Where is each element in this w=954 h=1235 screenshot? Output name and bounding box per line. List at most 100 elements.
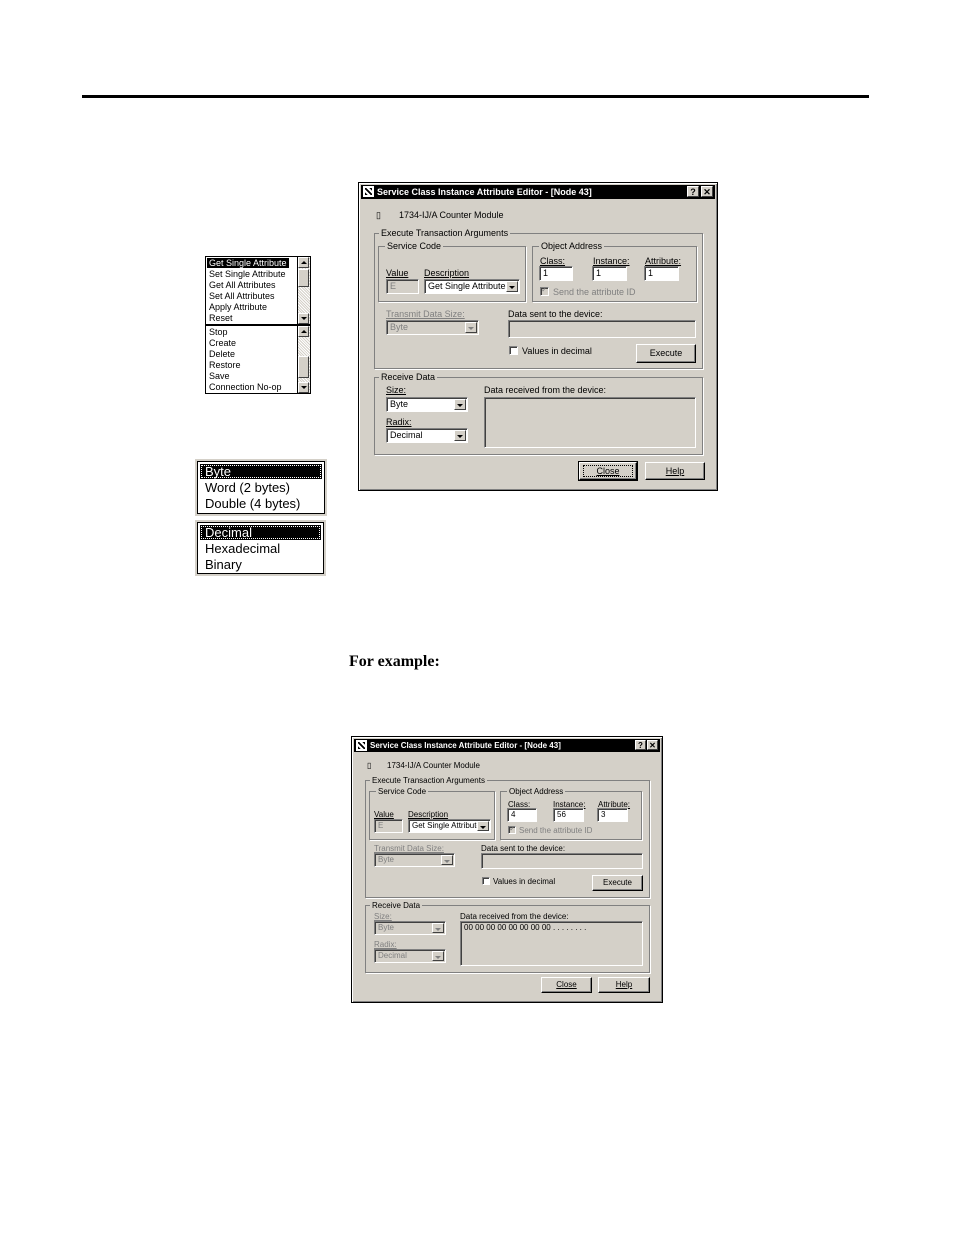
- data-received-label: Data received from the device:: [460, 912, 569, 921]
- help-button[interactable]: Help: [598, 977, 650, 993]
- device-name: 1734-IJ/A Counter Module: [387, 761, 480, 770]
- chevron-down-icon[interactable]: [454, 430, 466, 441]
- list-item[interactable]: Save: [209, 371, 230, 381]
- close-button[interactable]: Close: [578, 461, 638, 481]
- list-item[interactable]: Double (4 bytes): [200, 496, 322, 511]
- description-combo[interactable]: Get Single Attribute: [424, 279, 520, 294]
- combo-value: Get Single Attribute: [428, 281, 506, 291]
- value-field: E: [386, 279, 419, 294]
- class-input[interactable]: 4: [507, 808, 537, 822]
- instance-input[interactable]: 1: [592, 266, 627, 281]
- class-label: Class:: [540, 256, 566, 266]
- combo-value: Byte: [378, 855, 395, 864]
- description-combo[interactable]: Get Single Attribute: [408, 819, 491, 833]
- data-sent-input: [481, 853, 643, 869]
- scroll-up-icon[interactable]: [298, 257, 309, 268]
- help-icon[interactable]: ?: [635, 740, 646, 750]
- app-icon: [363, 186, 374, 197]
- service-code-list-bottom[interactable]: Stop Create Delete Restore Save Connecti…: [205, 325, 311, 394]
- list-item[interactable]: Stop: [209, 327, 228, 337]
- size-dropdown-list[interactable]: Byte Word (2 bytes) Double (4 bytes): [197, 461, 325, 514]
- scroll-thumb[interactable]: [298, 269, 309, 287]
- description-label: Description: [424, 268, 470, 278]
- values-in-decimal-label: Values in decimal: [522, 346, 592, 356]
- close-button[interactable]: Close: [541, 977, 592, 993]
- scroll-thumb[interactable]: [298, 356, 309, 378]
- list-item[interactable]: Set All Attributes: [209, 291, 275, 301]
- data-sent-label: Data sent to the device:: [481, 844, 566, 853]
- value-label: Value: [386, 268, 409, 278]
- radix-label: Radix:: [374, 940, 397, 949]
- chevron-down-icon: [432, 951, 444, 961]
- class-input[interactable]: 1: [539, 266, 573, 281]
- close-icon[interactable]: ✕: [701, 186, 713, 197]
- list-item[interactable]: Word (2 bytes): [200, 480, 322, 495]
- radix-dropdown-list[interactable]: Decimal Hexadecimal Binary: [197, 522, 324, 574]
- execute-button[interactable]: Execute: [636, 344, 696, 363]
- scroll-down-icon[interactable]: [298, 382, 309, 393]
- attribute-input[interactable]: 3: [597, 808, 628, 822]
- send-attribute-id-checkbox: [540, 285, 549, 296]
- description-label: Description: [408, 810, 449, 819]
- size-combo: Byte: [374, 921, 446, 935]
- list-item[interactable]: Apply Attribute: [209, 302, 267, 312]
- button-label: Help: [665, 466, 685, 476]
- chevron-down-icon[interactable]: [477, 821, 489, 831]
- chevron-down-icon[interactable]: [506, 281, 518, 292]
- header-rule: [82, 95, 869, 98]
- transmit-size-combo: Byte: [374, 853, 455, 867]
- list-item[interactable]: Byte: [200, 464, 322, 479]
- data-received-box: 00 00 00 00 00 00 00 00 . . . . . . . .: [460, 921, 643, 966]
- list-item[interactable]: Hexadecimal: [200, 541, 321, 556]
- attribute-input[interactable]: 1: [644, 266, 679, 281]
- scroll-down-icon[interactable]: [298, 313, 309, 324]
- example-heading: For example:: [349, 653, 440, 670]
- values-in-decimal-checkbox[interactable]: [509, 346, 518, 355]
- window-title: Service Class Instance Attribute Editor …: [370, 741, 561, 750]
- transmit-size-combo: Byte: [386, 320, 479, 335]
- close-icon[interactable]: ✕: [647, 740, 658, 750]
- combo-value: Decimal: [390, 430, 423, 440]
- list-item[interactable]: Get Single Attribute: [207, 258, 289, 268]
- help-icon[interactable]: ?: [687, 186, 699, 197]
- execute-button[interactable]: Execute: [592, 875, 643, 891]
- title-bar: Service Class Instance Attribute Editor …: [361, 185, 715, 199]
- list-item[interactable]: Delete: [209, 349, 235, 359]
- radix-combo[interactable]: Decimal: [386, 428, 468, 443]
- instance-input[interactable]: 56: [553, 808, 584, 822]
- help-button[interactable]: Help: [645, 462, 705, 480]
- chevron-down-icon[interactable]: [454, 399, 466, 410]
- instance-label: Instance:: [593, 256, 630, 266]
- button-label: Close: [556, 980, 577, 989]
- list-item[interactable]: Create: [209, 338, 236, 348]
- scrollbar[interactable]: [297, 326, 310, 393]
- service-code-list-top[interactable]: Get Single Attribute Set Single Attribut…: [205, 256, 311, 325]
- list-item[interactable]: Connection No-op: [209, 382, 282, 392]
- list-item[interactable]: Set Single Attribute: [209, 269, 286, 279]
- size-label: Size:: [374, 912, 392, 921]
- group-label: Execute Transaction Arguments: [379, 228, 511, 239]
- list-item[interactable]: Restore: [209, 360, 241, 370]
- group-label: Service Code: [385, 241, 444, 252]
- focus-rect: [583, 465, 633, 477]
- combo-value: Byte: [378, 923, 395, 932]
- send-attribute-id-label: Send the attribute ID: [553, 287, 636, 297]
- button-label: Help: [615, 980, 633, 989]
- data-sent-label: Data sent to the device:: [508, 309, 603, 319]
- attribute-editor-dialog: Service Class Instance Attribute Editor …: [358, 182, 718, 491]
- list-item[interactable]: Reset: [209, 313, 233, 323]
- list-item[interactable]: Get All Attributes: [209, 280, 276, 290]
- scrollbar[interactable]: [297, 257, 310, 324]
- group-label: Receive Data: [379, 372, 438, 383]
- value-field: E: [374, 819, 403, 833]
- combo-value: Byte: [390, 399, 409, 409]
- list-item[interactable]: Decimal: [200, 525, 321, 540]
- size-combo[interactable]: Byte: [386, 397, 468, 412]
- list-item[interactable]: Binary: [200, 557, 321, 572]
- scroll-up-icon[interactable]: [298, 326, 309, 337]
- value-label: Value: [374, 810, 394, 819]
- group-label: Execute Transaction Arguments: [370, 776, 487, 785]
- values-in-decimal-checkbox[interactable]: [482, 877, 490, 885]
- group-label: Service Code: [376, 787, 429, 796]
- chevron-down-icon: [441, 855, 453, 865]
